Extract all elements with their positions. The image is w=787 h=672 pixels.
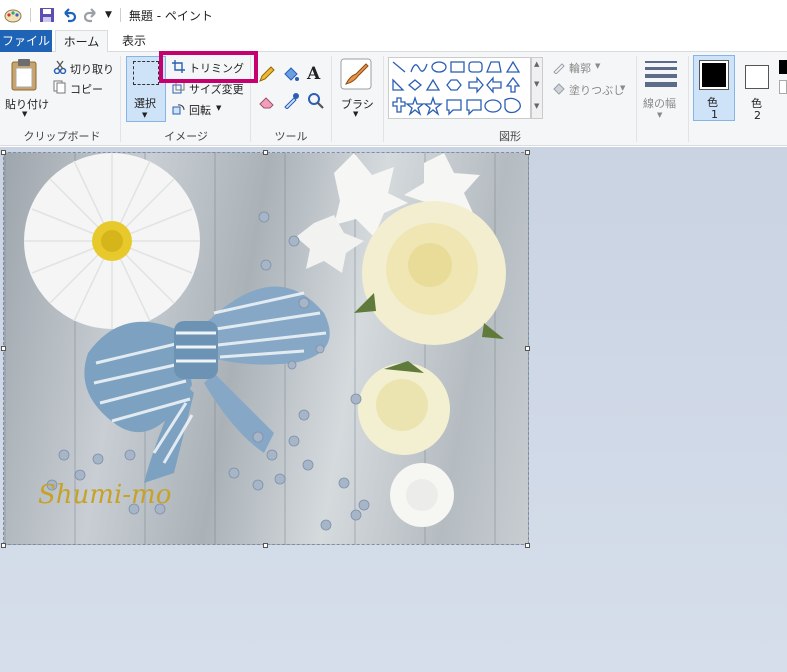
color2-button[interactable]: 色 2: [740, 55, 776, 122]
resize-handle-top-middle[interactable]: [263, 150, 268, 155]
outline-dropdown-icon[interactable]: ▼: [595, 62, 600, 70]
group-divider: [120, 56, 121, 142]
eraser-icon[interactable]: [258, 92, 275, 109]
color2-number: 2: [754, 109, 761, 122]
paste-icon[interactable]: [10, 58, 40, 92]
fill-icon: [553, 83, 565, 95]
redo-icon[interactable]: [83, 7, 99, 23]
ribbon-tabs: ファイル ホーム 表示: [0, 30, 787, 53]
group-divider: [636, 56, 637, 142]
shapes-scrollbar[interactable]: ▲ ▼ ▼: [531, 57, 543, 119]
daisy-flower: [24, 153, 200, 329]
color1-button[interactable]: 色 1: [693, 55, 735, 121]
palette-swatch-partial[interactable]: [779, 60, 787, 74]
title-bar: ▼ 無題 - ペイント: [0, 0, 787, 30]
paint-app-icon[interactable]: [4, 6, 22, 24]
watermark-text: Shumi-mo: [38, 480, 171, 510]
rotate-dropdown-icon[interactable]: ▼: [216, 104, 221, 112]
crop-highlight-box: [159, 51, 258, 83]
palette-swatch-partial[interactable]: [779, 80, 787, 94]
qa-separator: [119, 8, 121, 22]
rotate-button[interactable]: 回転: [189, 102, 211, 118]
resize-button[interactable]: サイズ変更: [189, 81, 244, 97]
size-button-label: 線の幅: [643, 97, 676, 110]
undo-icon[interactable]: [61, 7, 77, 23]
group-divider: [688, 56, 689, 142]
brush-icon: [340, 58, 372, 90]
shapes-gallery-icons: [392, 60, 521, 116]
resize-handle-middle-left[interactable]: [1, 346, 6, 351]
fill-button[interactable]: 塗りつぶし: [569, 82, 624, 98]
select-dropdown-icon: ▼: [142, 111, 148, 119]
brushes-button[interactable]: ブラシ ▼: [337, 58, 375, 120]
gallery-expand-icon[interactable]: ▼: [534, 102, 539, 110]
cut-button[interactable]: 切り取り: [70, 61, 114, 77]
color2-swatch: [745, 65, 769, 89]
shapes-group-label: 図形: [499, 130, 521, 143]
magnifier-icon[interactable]: [307, 92, 324, 109]
color-picker-icon[interactable]: [283, 92, 300, 109]
resize-handle-top-left[interactable]: [1, 150, 6, 155]
resize-handle-bottom-right[interactable]: [525, 543, 530, 548]
outline-button[interactable]: 輪郭: [569, 60, 591, 76]
tools-group-label: ツール: [274, 130, 308, 143]
white-carnation: [390, 463, 454, 527]
rotate-icon: [172, 104, 185, 115]
qa-separator: [30, 8, 31, 22]
window-title: 無題 - ペイント: [128, 8, 213, 23]
size-button[interactable]: 線の幅 ▼: [641, 57, 681, 121]
scissors-icon: [53, 60, 67, 74]
line-size-icon: [645, 61, 677, 87]
scroll-up-icon[interactable]: ▲: [534, 60, 539, 68]
clipboard-group-label: クリップボード: [23, 130, 101, 143]
paste-dropdown-icon[interactable]: ▼: [22, 110, 27, 118]
resize-handle-middle-right[interactable]: [525, 346, 530, 351]
color1-swatch: [699, 60, 729, 90]
image-group-label: イメージ: [164, 130, 208, 143]
tab-view[interactable]: 表示: [112, 30, 156, 52]
pencil-icon[interactable]: [258, 66, 275, 83]
text-tool-icon[interactable]: A: [307, 64, 320, 84]
customize-qa-dropdown-icon[interactable]: ▼: [105, 10, 112, 20]
copy-button[interactable]: コピー: [70, 81, 103, 97]
ribbon: 貼り付け ▼ 切り取り コピー クリップボード 選択 ▼ トリミング サイズ変更: [0, 52, 787, 146]
group-divider: [331, 56, 332, 142]
brushes-dropdown-icon: ▼: [353, 110, 359, 118]
fill-dropdown-icon[interactable]: ▼: [620, 84, 625, 92]
select-button-label: 選択: [134, 97, 156, 110]
resize-handle-bottom-middle[interactable]: [263, 543, 268, 548]
copy-icon: [53, 80, 66, 94]
outline-icon: [553, 63, 565, 74]
color1-number: 1: [711, 108, 718, 121]
canvas-image[interactable]: Shumi-mo: [3, 152, 529, 545]
save-icon[interactable]: [39, 7, 55, 23]
select-rectangle-icon: [133, 61, 159, 85]
quick-access-toolbar: ▼: [0, 6, 123, 24]
tab-home[interactable]: ホーム: [55, 30, 108, 53]
size-dropdown-icon: ▼: [657, 111, 663, 119]
scroll-down-icon[interactable]: ▼: [534, 80, 539, 88]
flower-photo: Shumi-mo: [24, 153, 506, 531]
tab-file[interactable]: ファイル: [0, 30, 52, 52]
group-divider: [383, 56, 384, 142]
fill-bucket-icon[interactable]: [282, 66, 299, 83]
shapes-gallery[interactable]: [388, 57, 531, 119]
small-cream-rose: [358, 361, 450, 455]
resize-handle-top-right[interactable]: [525, 150, 530, 155]
resize-handle-bottom-left[interactable]: [1, 543, 6, 548]
